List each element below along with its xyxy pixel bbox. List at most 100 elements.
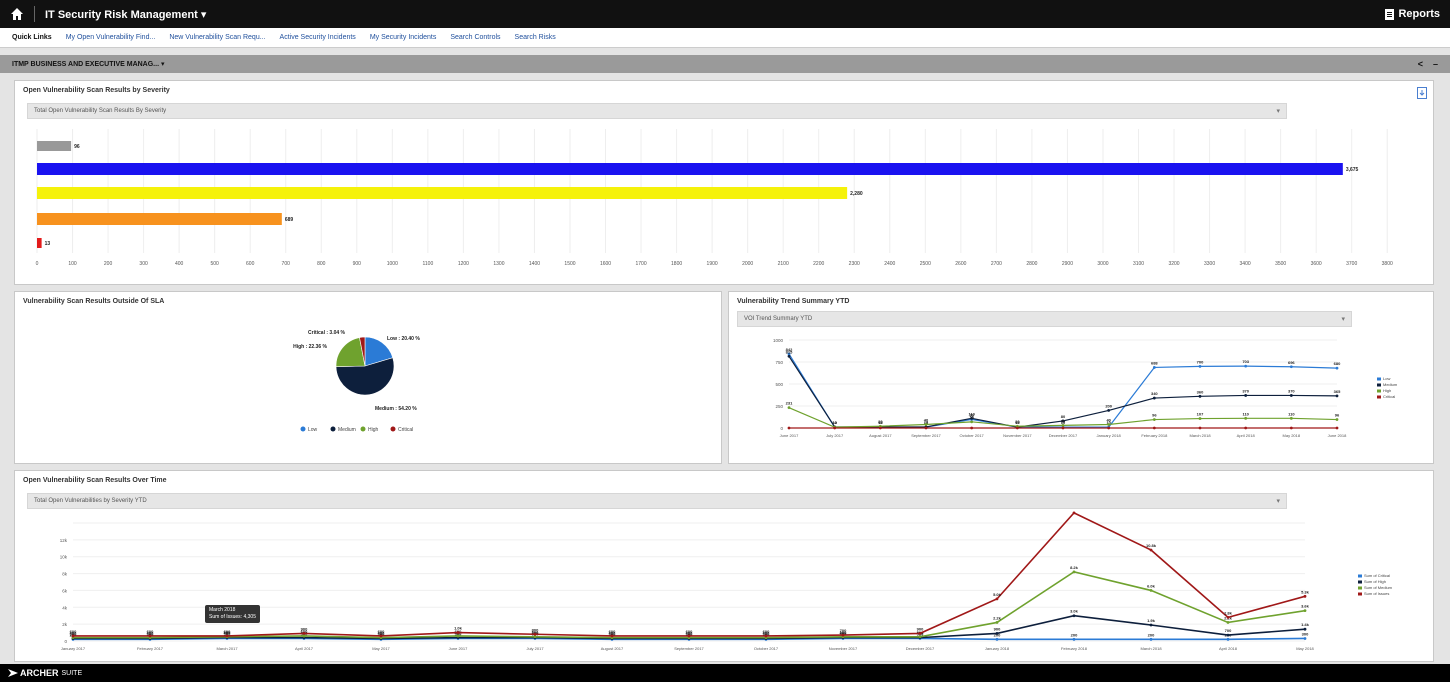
data-label: 200 bbox=[1071, 632, 1078, 637]
legend-label: Critical bbox=[1383, 394, 1395, 399]
archer-logo-icon bbox=[8, 669, 18, 677]
app-title[interactable]: IT Security Risk Management ▾ bbox=[45, 8, 206, 21]
x-tick-label: June 2017 bbox=[780, 433, 799, 438]
x-tick-label: 2600 bbox=[955, 261, 966, 267]
reports-button[interactable]: Reports bbox=[1385, 8, 1440, 20]
data-point bbox=[1244, 426, 1248, 430]
download-icon[interactable] bbox=[1417, 87, 1427, 99]
x-tick-label: 2000 bbox=[742, 261, 753, 267]
x-tick-label: 2500 bbox=[920, 261, 931, 267]
report-dropdown[interactable]: Total Open Vulnerabilities by Severity Y… bbox=[27, 493, 1287, 509]
x-tick-label: 3100 bbox=[1133, 261, 1144, 267]
dashboard-header: ITMP BUSINESS AND EXECUTIVE MANAG... ▾ <… bbox=[0, 55, 1450, 73]
data-point bbox=[1061, 426, 1065, 430]
footer-brand: ARCHER bbox=[20, 668, 59, 678]
data-point bbox=[1198, 426, 1202, 430]
data-point bbox=[1149, 589, 1153, 592]
data-point bbox=[995, 632, 999, 635]
data-point bbox=[841, 633, 845, 637]
data-label: 30 bbox=[1061, 418, 1066, 423]
home-icon[interactable] bbox=[10, 7, 24, 21]
x-tick-label: 2800 bbox=[1026, 261, 1037, 267]
data-point bbox=[1226, 637, 1230, 641]
top-bar: IT Security Risk Management ▾ Reports bbox=[0, 0, 1450, 28]
minimize-icon[interactable]: – bbox=[1433, 59, 1438, 69]
dropdown-value: VOI Trend Summary YTD bbox=[744, 316, 813, 322]
x-tick-label: 1700 bbox=[635, 261, 646, 267]
data-point bbox=[1335, 418, 1339, 421]
data-point bbox=[970, 426, 974, 430]
data-point bbox=[878, 426, 882, 430]
data-label: 107 bbox=[1197, 412, 1204, 417]
y-tick-label: 8k bbox=[62, 572, 68, 577]
data-label: 370 bbox=[1288, 388, 1295, 393]
data-point bbox=[1149, 548, 1153, 552]
quick-link-new-scan-request[interactable]: New Vulnerability Scan Requ... bbox=[169, 34, 265, 41]
legend-marker bbox=[1358, 586, 1362, 590]
data-point bbox=[924, 423, 928, 426]
report-icon bbox=[1385, 8, 1395, 20]
x-tick-label: 2900 bbox=[1062, 261, 1073, 267]
x-tick-label: 1400 bbox=[529, 261, 540, 267]
data-point bbox=[970, 420, 974, 424]
data-label: 815 bbox=[786, 349, 793, 354]
chevron-down-icon: ▾ bbox=[1276, 498, 1280, 505]
legend-marker bbox=[1358, 580, 1362, 584]
x-tick-label: November 2017 bbox=[1003, 433, 1032, 438]
report-dropdown[interactable]: Total Open Vulnerability Scan Results By… bbox=[27, 103, 1287, 119]
data-point bbox=[1107, 409, 1111, 412]
x-tick-label: October 2017 bbox=[754, 646, 779, 651]
x-tick-label: September 2017 bbox=[911, 433, 941, 438]
data-label: 900 bbox=[917, 626, 924, 631]
legend-label: Low bbox=[308, 427, 318, 433]
share-icon[interactable]: < bbox=[1418, 59, 1423, 69]
report-dropdown[interactable]: VOI Trend Summary YTD ▾ bbox=[737, 311, 1352, 327]
over-time-line-chart: 0 2k 4k 6k 8k 10k 12k January 2017 February 2017… bbox=[60, 511, 1393, 651]
quick-link-my-open-vulnerability[interactable]: My Open Vulnerability Find... bbox=[66, 34, 156, 41]
data-point bbox=[1226, 621, 1230, 624]
data-point bbox=[995, 621, 999, 624]
quick-link-search-risks[interactable]: Search Risks bbox=[515, 34, 556, 41]
data-point bbox=[1072, 511, 1076, 515]
data-point bbox=[1198, 394, 1202, 398]
trend-panel: Vulnerability Trend Summary YTD VOI Tren… bbox=[728, 291, 1434, 464]
x-tick-label: February 2018 bbox=[1141, 433, 1168, 438]
dropdown-value: Total Open Vulnerabilities by Severity Y… bbox=[34, 498, 147, 504]
panel-title: Vulnerability Trend Summary YTD bbox=[737, 298, 850, 305]
footer: ARCHER SUITE bbox=[0, 664, 1450, 682]
bar bbox=[37, 141, 72, 151]
data-label: 96 bbox=[74, 144, 80, 150]
x-tick-label: December 2017 bbox=[1049, 433, 1078, 438]
y-tick-label: 4k bbox=[62, 605, 68, 610]
quick-link-active-incidents[interactable]: Active Security Incidents bbox=[280, 34, 356, 41]
data-label: 96 bbox=[1335, 413, 1340, 418]
x-tick-label: July 2017 bbox=[826, 433, 844, 438]
data-label: 2.2k bbox=[993, 615, 1002, 620]
data-point bbox=[1226, 616, 1230, 619]
x-tick-label: March 2018 bbox=[1140, 646, 1162, 651]
data-label: 689 bbox=[285, 217, 294, 223]
slice-label: Medium : 54.20 % bbox=[375, 406, 417, 412]
dashboard-title[interactable]: ITMP BUSINESS AND EXECUTIVE MANAG... ▾ bbox=[12, 60, 164, 68]
data-point bbox=[1152, 418, 1156, 421]
x-tick-label: 1200 bbox=[458, 261, 469, 267]
data-point bbox=[1289, 426, 1293, 430]
x-tick-label: 0 bbox=[36, 261, 39, 267]
over-time-panel: Open Vulnerability Scan Results Over Tim… bbox=[14, 470, 1434, 662]
data-point bbox=[1335, 394, 1339, 398]
quick-link-my-incidents[interactable]: My Security Incidents bbox=[370, 34, 437, 41]
data-label: 600 bbox=[378, 629, 385, 634]
bar bbox=[37, 187, 848, 199]
legend-label: High bbox=[368, 427, 379, 433]
severity-panel: Open Vulnerability Scan Results by Sever… bbox=[14, 80, 1434, 285]
x-tick-label: December 2017 bbox=[906, 646, 935, 651]
data-point bbox=[1152, 426, 1156, 430]
data-label: 703 bbox=[1242, 359, 1249, 364]
data-label: 200 bbox=[1148, 632, 1155, 637]
x-tick-label: 500 bbox=[210, 261, 219, 267]
quick-link-search-controls[interactable]: Search Controls bbox=[450, 34, 500, 41]
x-tick-label: July 2017 bbox=[526, 646, 544, 651]
data-point bbox=[1303, 594, 1307, 598]
y-tick-label: 10k bbox=[60, 555, 68, 560]
reports-label: Reports bbox=[1398, 8, 1440, 20]
